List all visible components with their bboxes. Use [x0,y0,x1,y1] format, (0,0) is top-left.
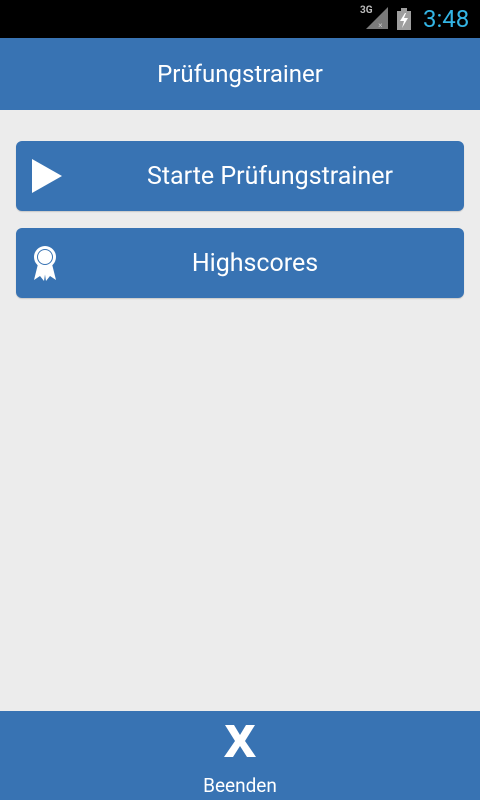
start-trainer-button[interactable]: Starte Prüfungstrainer [16,141,464,211]
highscores-label: Highscores [191,248,319,278]
quit-label: Beenden [203,774,277,797]
quit-button[interactable]: Beenden [0,711,480,800]
highscores-button[interactable]: Highscores [16,228,464,298]
battery-charging-icon [397,8,411,30]
award-ribbon-icon [30,244,60,282]
status-time: 3:48 [423,5,470,33]
play-icon [30,158,64,194]
page-title: Prüfungstrainer [157,60,323,88]
start-trainer-label: Starte Prüfungstrainer [147,161,393,191]
close-x-icon [224,725,256,757]
signal-icon: × [366,7,388,30]
app-title-bar: Prüfungstrainer [0,38,480,110]
status-bar: 3G × 3:48 [0,0,480,38]
svg-text:×: × [378,21,383,30]
